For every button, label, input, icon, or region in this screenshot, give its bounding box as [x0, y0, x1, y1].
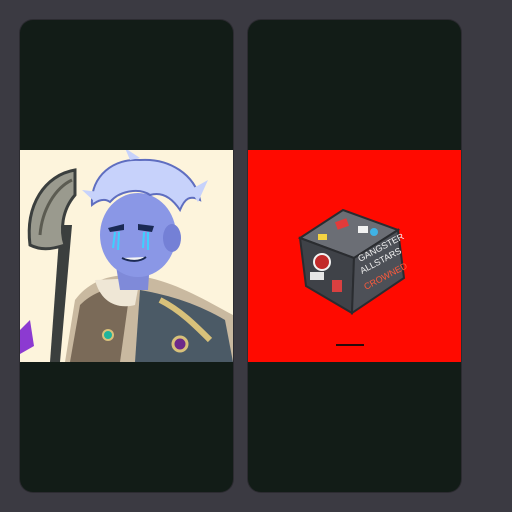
- gallery-card-2[interactable]: GANGSTER ALLSTARS CROWNED: [248, 20, 461, 492]
- sticker-cube-image[interactable]: GANGSTER ALLSTARS CROWNED: [248, 150, 461, 362]
- gallery-card-1[interactable]: [20, 20, 233, 492]
- character-portrait-image[interactable]: [20, 150, 233, 362]
